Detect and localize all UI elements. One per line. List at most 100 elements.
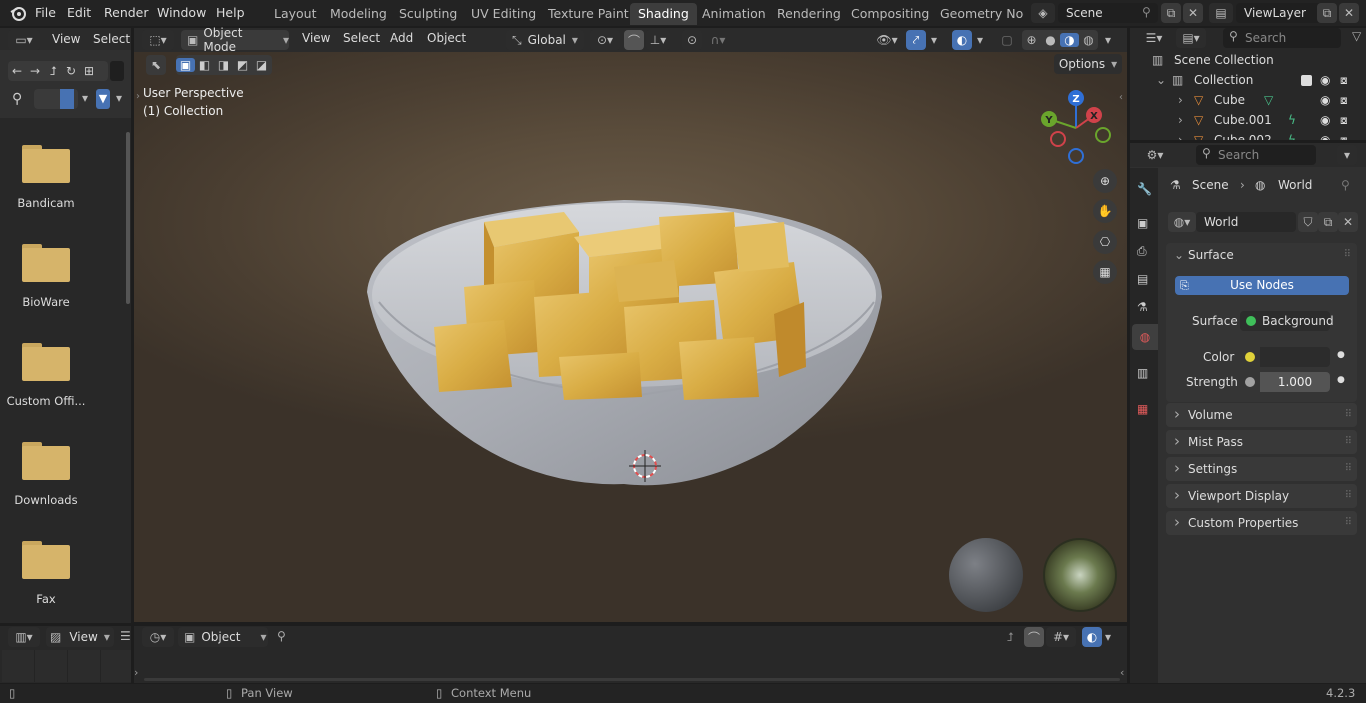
display-mode-icon[interactable]: ▤▾ (1176, 28, 1206, 48)
pin-icon[interactable]: ⚲ (277, 629, 286, 643)
file-view-menu[interactable]: View (52, 32, 80, 46)
tab-compositing[interactable]: Compositing (843, 3, 937, 25)
editor-type-icon[interactable]: ▭▾ (8, 30, 40, 50)
fake-user-icon[interactable]: ⛉ (1298, 212, 1318, 232)
pin-icon[interactable]: ⚲ (1341, 178, 1350, 192)
view-layer-icon[interactable]: ▤ (1209, 3, 1233, 23)
filter-dropdown-icon[interactable]: ▾ (116, 91, 122, 105)
select-subtract-icon[interactable]: ◨ (214, 58, 233, 72)
properties-search-input[interactable]: Search (1196, 145, 1316, 165)
folder-item[interactable]: Bandicam (0, 145, 92, 210)
duplicate-icon[interactable]: ⧉ (1318, 212, 1338, 232)
drag-handle-icon[interactable]: ⠿ (1345, 511, 1352, 535)
3d-viewport[interactable]: ⬉ ▣ ◧ ◨ ◩ ◪ User Perspective (1) Collect… (134, 52, 1127, 622)
folder-item[interactable]: Custom Offi... (0, 343, 92, 408)
chevron-down-icon[interactable]: ▾ (1102, 30, 1114, 50)
drag-handle-icon[interactable]: ⠿ (1345, 430, 1352, 454)
pan-hand-icon[interactable]: ✋ (1093, 199, 1117, 223)
overlay-toggle-icon[interactable]: ◐ (1082, 627, 1102, 647)
new-folder-icon[interactable]: ⊞ (80, 64, 98, 78)
collection-tab-icon[interactable]: ▥ (1137, 366, 1148, 380)
outliner-row-scene-collection[interactable]: ▥ Scene Collection (1130, 49, 1366, 71)
pin-icon[interactable]: ⚲ (1142, 5, 1151, 19)
transform-orientation[interactable]: ⤡ Global ▾ (506, 30, 584, 50)
select-tool-icon[interactable]: ⬉ (146, 55, 166, 75)
exclude-checkbox[interactable] (1301, 75, 1312, 86)
folder-item[interactable]: BioWare (0, 244, 92, 309)
chevron-down-icon[interactable]: ▾ (1337, 145, 1357, 165)
menu-render[interactable]: Render (104, 5, 149, 20)
outliner-row-cube[interactable]: › ▽ Cube ▽ ◉ ⧇ (1130, 89, 1366, 111)
parent-icon[interactable]: ⮥ (1000, 627, 1020, 647)
chevron-down-icon[interactable]: ▾ (928, 30, 940, 50)
scene-selector-icon[interactable]: ◈ (1031, 3, 1055, 23)
select-extend-icon[interactable]: ◧ (195, 58, 214, 72)
editor-type-icon[interactable]: ☰▾ (1140, 28, 1168, 48)
viewport-menu-add[interactable]: Add (390, 31, 413, 45)
viewport-menu-view[interactable]: View (302, 31, 330, 45)
camera-icon[interactable]: ⧇ (1340, 109, 1348, 131)
tab-layout[interactable]: Layout (266, 3, 325, 25)
folder-item[interactable]: Fax (0, 541, 92, 606)
snap-target-icon[interactable]: ⊥▾ (646, 30, 670, 50)
new-view-layer-icon[interactable]: ⧉ (1317, 3, 1337, 23)
toolbar-toggle-icon[interactable]: › (136, 91, 140, 102)
drag-handle-icon[interactable]: ⠿ (1344, 243, 1351, 267)
panel-viewport-display[interactable]: Viewport Display⠿ (1166, 483, 1357, 508)
drag-handle-icon[interactable]: ⠿ (1345, 457, 1352, 481)
drag-handle-icon[interactable]: ⠿ (1345, 484, 1352, 508)
keyframe-icon[interactable]: ● (1337, 350, 1345, 360)
view-layer-field[interactable]: ViewLayer (1236, 3, 1326, 23)
view-layer-tab-icon[interactable]: ▤ (1137, 272, 1148, 286)
snap-mode-icon[interactable]: #▾ (1046, 627, 1076, 647)
strength-field[interactable]: 1.000 (1260, 372, 1330, 392)
collapse-arrow-icon[interactable]: ‹ (1120, 666, 1124, 679)
outliner-search-input[interactable]: Search (1223, 28, 1341, 48)
eye-icon[interactable]: ◉ (1320, 89, 1330, 111)
back-icon[interactable]: ← (8, 64, 26, 78)
tab-modeling[interactable]: Modeling (322, 3, 395, 25)
rendered-shading-icon[interactable]: ◍ (1079, 33, 1098, 47)
select-intersect-icon[interactable]: ◪ (252, 58, 271, 72)
menu-file[interactable]: File (35, 5, 56, 20)
path-field[interactable] (110, 61, 124, 81)
chevron-down-icon[interactable]: ▾ (82, 91, 88, 105)
proportional-edit-icon[interactable]: ⊙ (682, 30, 702, 50)
parent-folder-icon[interactable]: ⮥ (44, 64, 62, 79)
output-tab-icon[interactable]: ⎙ (1137, 244, 1147, 259)
chevron-down-icon[interactable]: ▾ (1102, 627, 1114, 647)
xray-icon[interactable]: ▢ (998, 30, 1016, 50)
camera-view-icon[interactable]: ⎔ (1093, 230, 1117, 254)
panel-settings[interactable]: Settings⠿ (1166, 456, 1357, 481)
editor-type-icon[interactable]: ▥▾ (8, 627, 40, 647)
navigation-gizmo[interactable]: Z X Y (1036, 88, 1116, 168)
new-scene-icon[interactable]: ⧉ (1161, 3, 1181, 23)
viewport-menu-object[interactable]: Object (427, 31, 466, 45)
material-shading-icon[interactable]: ◑ (1060, 33, 1079, 47)
pivot-icon[interactable]: ⊙▾ (590, 30, 620, 50)
expand-arrow-icon[interactable]: › (134, 666, 138, 679)
zoom-icon[interactable]: ⊕ (1093, 169, 1117, 193)
file-select-menu[interactable]: Select (93, 32, 130, 46)
select-new-icon[interactable]: ▣ (176, 58, 195, 72)
wireframe-shading-icon[interactable]: ⊕ (1022, 33, 1041, 47)
search-icon[interactable]: ⚲ (12, 91, 22, 107)
tab-animation[interactable]: Animation (694, 3, 774, 25)
keyframe-icon[interactable]: ● (1337, 375, 1345, 385)
camera-icon[interactable]: ⧇ (1340, 89, 1348, 111)
panel-custom-properties[interactable]: Custom Properties⠿ (1166, 510, 1357, 535)
tab-texture-paint[interactable]: Texture Paint (540, 3, 637, 25)
display-mode-icon[interactable] (34, 89, 78, 109)
tab-sculpting[interactable]: Sculpting (391, 3, 465, 25)
select-invert-icon[interactable]: ◩ (233, 58, 252, 72)
strength-socket-icon[interactable] (1245, 377, 1255, 387)
timeline-scrollbar[interactable] (144, 678, 1120, 681)
filter-icon[interactable]: ▽ (1352, 29, 1361, 43)
folder-item[interactable]: Downloads (0, 442, 92, 507)
tab-rendering[interactable]: Rendering (769, 3, 849, 25)
filter-icon[interactable]: ▼ (96, 89, 110, 109)
falloff-icon[interactable]: ∩▾ (704, 30, 732, 50)
delete-view-layer-icon[interactable]: ✕ (1339, 3, 1359, 23)
scene-tab-icon[interactable]: ⚗ (1137, 300, 1148, 314)
camera-icon[interactable]: ⧇ (1340, 129, 1348, 140)
